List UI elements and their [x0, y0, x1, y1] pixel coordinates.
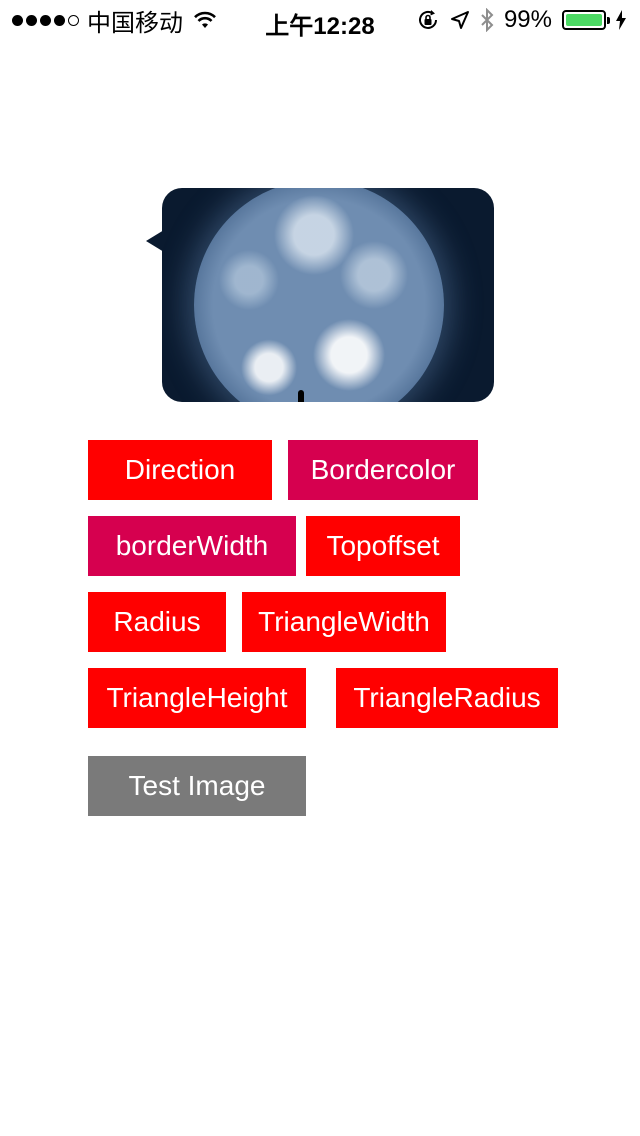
battery-fill [566, 14, 602, 26]
battery-icon [562, 10, 610, 30]
bubble-image-view [162, 188, 494, 402]
triangle-width-button[interactable]: TriangleWidth [242, 592, 446, 652]
bluetooth-icon [481, 8, 494, 32]
orientation-lock-icon [418, 10, 437, 29]
topoffset-button[interactable]: Topoffset [306, 516, 460, 576]
status-bar-right: 99% [416, 6, 626, 34]
person-silhouette [298, 390, 304, 402]
border-width-button[interactable]: borderWidth [88, 516, 296, 576]
battery-percent: 99% [503, 6, 552, 33]
triangle-height-button[interactable]: TriangleHeight [88, 668, 306, 728]
status-bar: 中国移动 上午12:28 99% [0, 0, 640, 40]
earth-image [194, 188, 444, 402]
direction-button[interactable]: Direction [88, 440, 272, 500]
charging-bolt-icon [616, 10, 626, 30]
triangle-radius-button[interactable]: TriangleRadius [336, 668, 558, 728]
radius-button[interactable]: Radius [88, 592, 226, 652]
test-image-button[interactable]: Test Image [88, 756, 306, 816]
bordercolor-button[interactable]: Bordercolor [288, 440, 478, 500]
location-icon [450, 11, 469, 29]
